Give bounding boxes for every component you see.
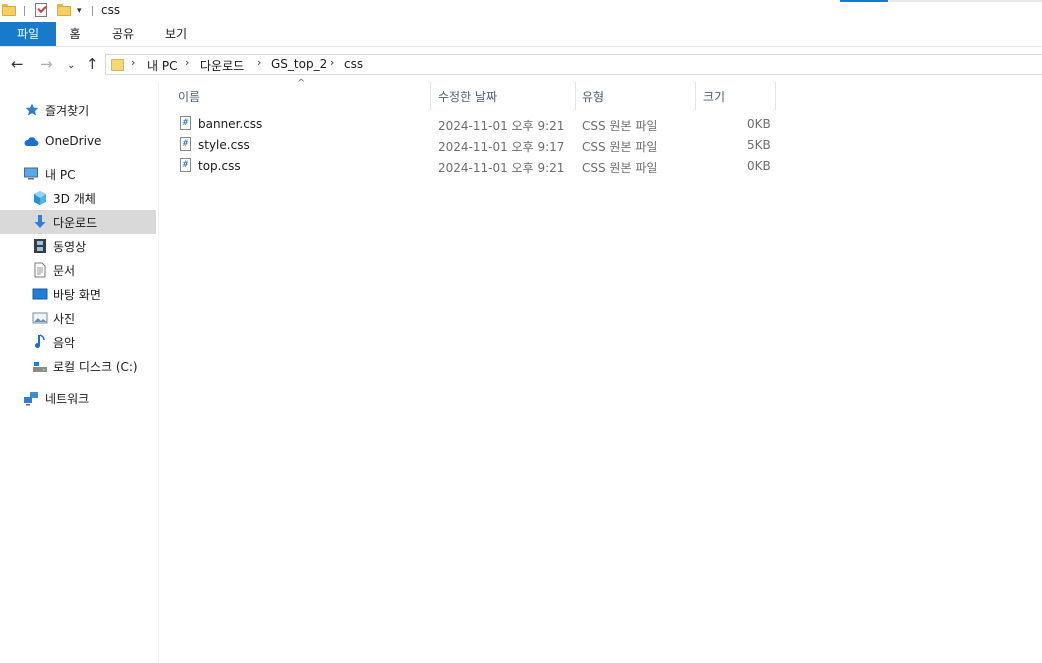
film-icon [34, 239, 46, 253]
separator [92, 6, 93, 16]
breadcrumb-this-pc[interactable]: 내 PC [147, 57, 177, 74]
up-arrow-icon[interactable]: ↑ [86, 55, 99, 73]
address-bar[interactable]: › 내 PC › 다운로드 › GS_top_2 › css [105, 54, 1042, 75]
forward-arrow-icon[interactable]: → [40, 55, 53, 73]
tab-file[interactable]: 파일 [0, 22, 56, 46]
chevron-right-icon[interactable]: › [257, 56, 261, 69]
nav-item-local-disk[interactable]: 로컬 디스크 (C:) [0, 354, 156, 378]
column-divider[interactable] [430, 82, 431, 110]
nav-item-this-pc[interactable]: 내 PC [0, 162, 156, 186]
breadcrumb-downloads[interactable]: 다운로드 [200, 57, 244, 74]
file-size: 5KB [747, 138, 771, 152]
nav-label: 음악 [53, 336, 76, 350]
nav-label: 바탕 화면 [53, 288, 101, 302]
window-title: css [101, 3, 121, 17]
file-type: CSS 원본 파일 [582, 140, 658, 154]
folder-icon [111, 58, 124, 71]
column-header-type[interactable]: 유형 [582, 85, 604, 109]
nav-label: OneDrive [45, 134, 102, 148]
tab-view[interactable]: 보기 [159, 22, 193, 46]
tab-home[interactable]: 홈 [60, 22, 90, 46]
file-modified: 2024-11-01 오후 9:17 [438, 140, 565, 154]
address-row: ← → ⌄ ↑ › 내 PC › 다운로드 › GS_top_2 › css [0, 47, 1042, 82]
css-file-icon: # [180, 137, 191, 151]
back-arrow-icon[interactable]: ← [11, 55, 24, 73]
window-control-strip [890, 0, 1042, 2]
nav-item-onedrive[interactable]: OneDrive [0, 130, 156, 154]
file-list: ^ 이름 수정한 날짜 유형 크기 # banner.css 2024-11-0… [159, 78, 1042, 663]
file-row[interactable]: # banner.css 2024-11-01 오후 9:21 CSS 원본 파… [159, 114, 779, 135]
file-row[interactable]: # top.css 2024-11-01 오후 9:21 CSS 원본 파일 0… [159, 156, 779, 177]
desktop-icon [32, 288, 48, 300]
column-header-size[interactable]: 크기 [703, 85, 725, 109]
nav-label: 네트워크 [45, 392, 90, 406]
file-type: CSS 원본 파일 [582, 119, 658, 133]
download-arrow-icon [34, 215, 46, 228]
css-file-icon: # [180, 116, 191, 130]
tab-share[interactable]: 공유 [106, 22, 140, 46]
breadcrumb-css[interactable]: css [344, 57, 363, 71]
nav-label: 동영상 [53, 240, 87, 254]
file-size: 0KB [747, 159, 771, 173]
folder-icon [2, 4, 16, 16]
nav-item-pictures[interactable]: 사진 [0, 306, 156, 330]
file-name[interactable]: style.css [198, 138, 250, 152]
file-modified: 2024-11-01 오후 9:21 [438, 119, 565, 133]
star-icon [25, 103, 39, 116]
file-modified: 2024-11-01 오후 9:21 [438, 161, 565, 175]
computer-icon [24, 167, 38, 180]
file-size: 0KB [747, 117, 771, 131]
nav-label: 내 PC [45, 168, 76, 182]
nav-label: 문서 [53, 264, 76, 278]
nav-item-favorites[interactable]: 즐겨찾기 [0, 98, 156, 122]
network-icon [24, 392, 38, 406]
column-header-name[interactable]: 이름 [178, 85, 200, 109]
css-file-icon: # [180, 158, 191, 172]
nav-label: 다운로드 [53, 216, 98, 230]
column-divider[interactable] [775, 82, 776, 110]
drive-icon [33, 362, 47, 372]
document-icon [34, 262, 46, 278]
ribbon-tabs: 파일 홈 공유 보기 [0, 22, 1042, 47]
column-header-modified[interactable]: 수정한 날짜 [438, 85, 497, 109]
title-bar: ▾ css [0, 0, 1042, 22]
nav-label: 로컬 디스크 (C:) [53, 360, 138, 374]
nav-item-music[interactable]: 음악 [0, 330, 156, 354]
chevron-right-icon[interactable]: › [131, 56, 135, 69]
picture-icon [32, 312, 48, 324]
nav-label: 즐겨찾기 [45, 104, 90, 118]
new-folder-icon[interactable] [57, 4, 71, 16]
properties-check-icon[interactable] [35, 3, 47, 17]
cloud-icon [24, 137, 39, 147]
separator [24, 6, 25, 16]
quick-access-dropdown-icon[interactable]: ▾ [77, 6, 82, 16]
cube-icon [34, 191, 46, 205]
nav-label: 사진 [53, 312, 76, 326]
sort-ascending-icon: ^ [297, 78, 306, 89]
file-name[interactable]: top.css [198, 159, 241, 173]
nav-item-videos[interactable]: 동영상 [0, 234, 156, 258]
breadcrumb-gs-top-2[interactable]: GS_top_2 [271, 57, 327, 71]
nav-item-network[interactable]: 네트워크 [0, 386, 156, 410]
file-name[interactable]: banner.css [198, 117, 262, 131]
nav-item-downloads[interactable]: 다운로드 [0, 210, 156, 234]
file-row[interactable]: # style.css 2024-11-01 오후 9:17 CSS 원본 파일… [159, 135, 779, 156]
chevron-right-icon[interactable]: › [185, 56, 189, 69]
file-type: CSS 원본 파일 [582, 161, 658, 175]
music-note-icon [35, 334, 45, 349]
nav-label: 3D 개체 [53, 192, 96, 206]
nav-item-3d-objects[interactable]: 3D 개체 [0, 186, 156, 210]
column-divider[interactable] [695, 82, 696, 110]
nav-item-desktop[interactable]: 바탕 화면 [0, 282, 156, 306]
navigation-pane: 즐겨찾기 OneDrive 내 PC 3D 개체 다운로드 동영상 문서 바탕 … [0, 82, 159, 663]
chevron-right-icon[interactable]: › [330, 56, 334, 69]
window-accent-strip [840, 0, 888, 2]
column-divider[interactable] [575, 82, 576, 110]
recent-locations-chevron-icon[interactable]: ⌄ [67, 57, 75, 75]
nav-item-documents[interactable]: 문서 [0, 258, 156, 282]
